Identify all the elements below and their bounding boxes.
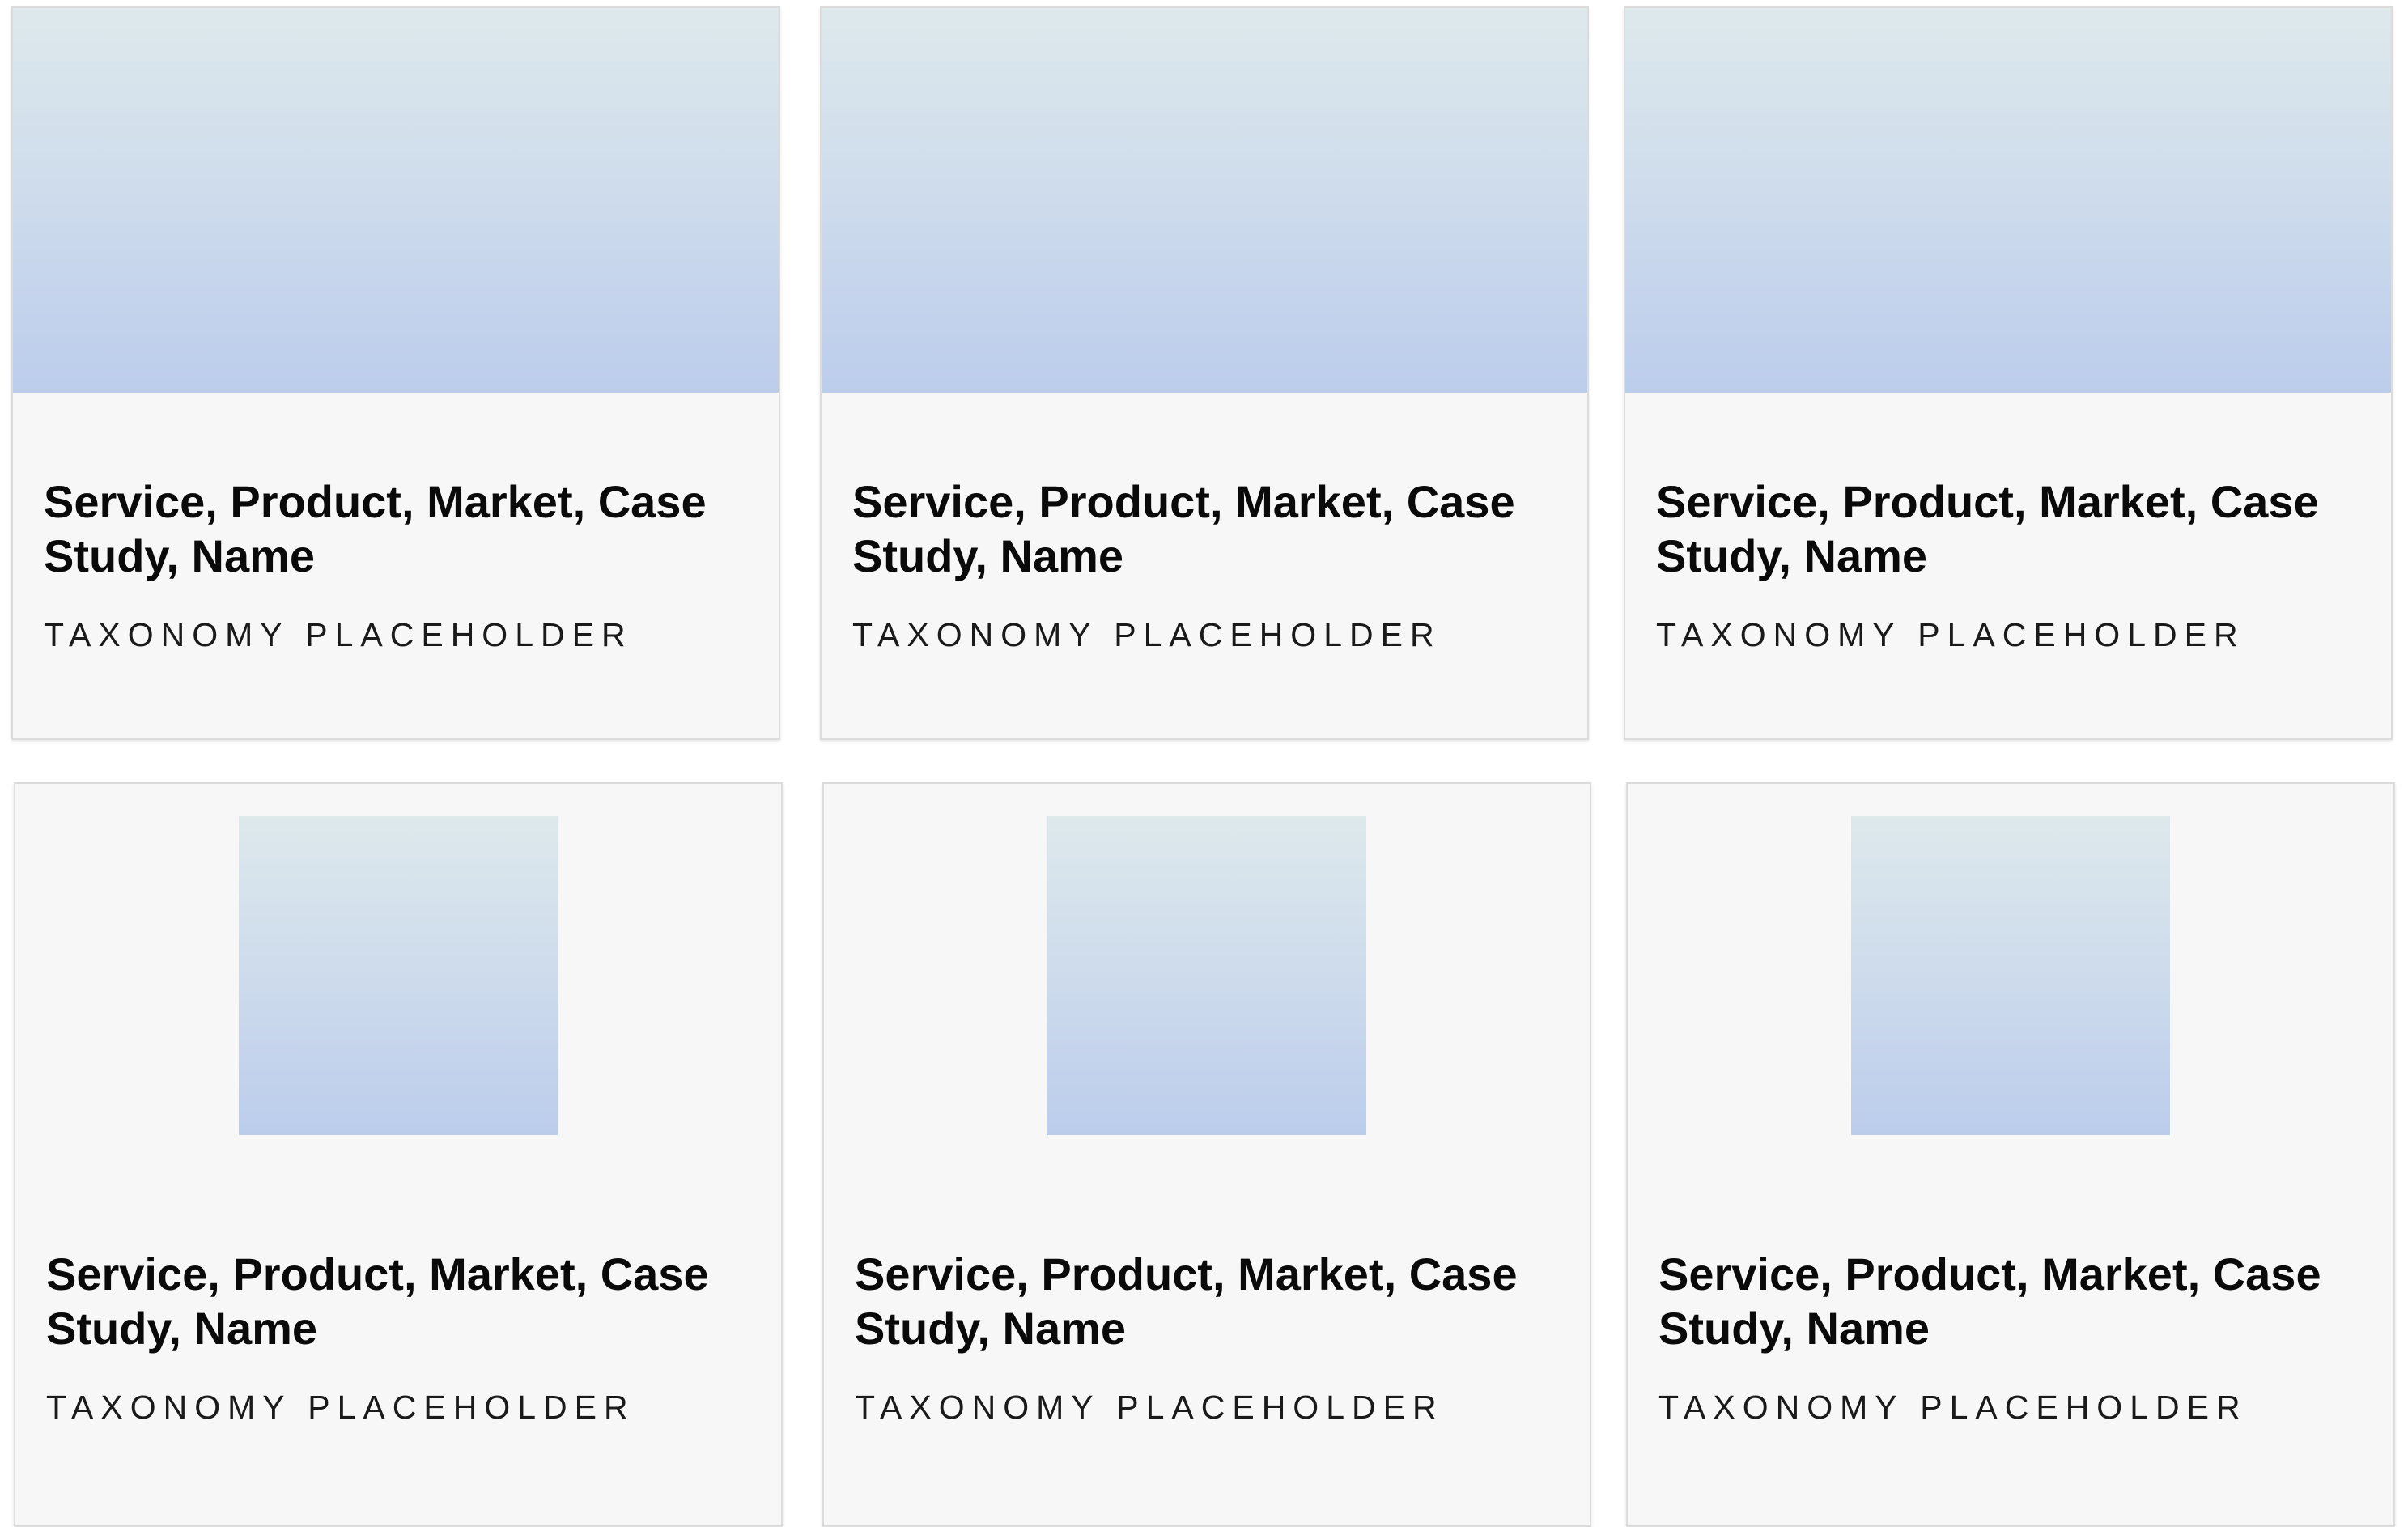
card-taxonomy: TAXONOMY PLACEHOLDER (1658, 1389, 2248, 1426)
card-image-placeholder (13, 8, 779, 393)
card-thumbnail-2[interactable]: Service, Product, Market, Case Study, Na… (822, 782, 1591, 1527)
card-thumbnail-1[interactable]: Service, Product, Market, Case Study, Na… (14, 782, 783, 1527)
card-thumbnail-placeholder (1851, 816, 2170, 1135)
card-title[interactable]: Service, Product, Market, Case Study, Na… (46, 1247, 758, 1355)
card-title[interactable]: Service, Product, Market, Case Study, Na… (44, 474, 756, 583)
card-taxonomy: TAXONOMY PLACEHOLDER (46, 1389, 635, 1426)
card-title[interactable]: Service, Product, Market, Case Study, Na… (1658, 1247, 2371, 1355)
card-title[interactable]: Service, Product, Market, Case Study, Na… (1656, 474, 2368, 583)
card-banner-2[interactable]: Service, Product, Market, Case Study, Na… (820, 6, 1589, 740)
card-thumbnail-placeholder (239, 816, 558, 1135)
card-taxonomy: TAXONOMY PLACEHOLDER (855, 1389, 1444, 1426)
card-title[interactable]: Service, Product, Market, Case Study, Na… (855, 1247, 1567, 1355)
card-taxonomy: TAXONOMY PLACEHOLDER (852, 616, 1442, 653)
card-image-placeholder (1625, 8, 2391, 393)
card-taxonomy: TAXONOMY PLACEHOLDER (44, 616, 633, 653)
card-banner-3[interactable]: Service, Product, Market, Case Study, Na… (1624, 6, 2393, 740)
card-title[interactable]: Service, Product, Market, Case Study, Na… (852, 474, 1565, 583)
card-thumbnail-3[interactable]: Service, Product, Market, Case Study, Na… (1626, 782, 2395, 1527)
card-image-placeholder (822, 8, 1587, 393)
card-thumbnail-placeholder (1047, 816, 1366, 1135)
card-banner-1[interactable]: Service, Product, Market, Case Study, Na… (11, 6, 780, 740)
card-taxonomy: TAXONOMY PLACEHOLDER (1656, 616, 2245, 653)
